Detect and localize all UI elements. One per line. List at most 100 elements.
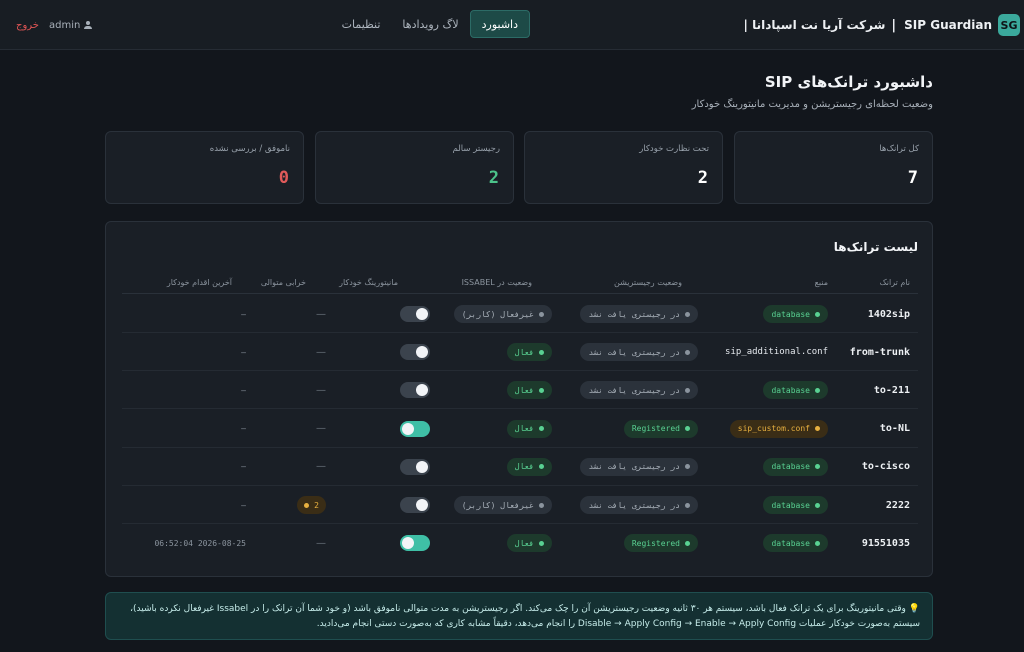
status-dot-icon bbox=[685, 502, 690, 508]
last-action-cell: — bbox=[241, 371, 246, 409]
issabel-status-badge: فعال bbox=[506, 534, 552, 553]
stat-value: 7 bbox=[907, 168, 918, 188]
monitor-toggle[interactable] bbox=[400, 497, 430, 513]
toggle-knob bbox=[416, 384, 428, 397]
stat-value: 0 bbox=[278, 168, 289, 188]
last-action: — bbox=[241, 385, 246, 395]
last-action-cell: — bbox=[241, 333, 246, 371]
status-dot-icon bbox=[815, 311, 820, 317]
status-dot-icon bbox=[539, 540, 544, 546]
failure-count: — bbox=[316, 308, 326, 320]
col-header-name: نام ترانک bbox=[879, 278, 910, 287]
stat-card-failed: ناموفق / بررسی نشده 0 bbox=[105, 131, 304, 204]
toggle-knob bbox=[402, 422, 414, 435]
col-header-monitor: مانیتورینگ خودکار bbox=[339, 278, 398, 287]
info-note: 💡 وقتی مانیتورینگ برای یک ترانک فعال باش… bbox=[105, 592, 933, 640]
issabel-status-badge: فعال bbox=[506, 419, 552, 438]
monitor-toggle[interactable] bbox=[400, 458, 430, 475]
col-header-registration: وضعیت رجیستریشن bbox=[614, 278, 682, 287]
registration-cell: در رجیستری یافت نشد bbox=[580, 486, 698, 524]
status-dot-icon bbox=[685, 540, 690, 546]
brand: SG SIP Guardian | شرکت آریا نت اسپادانا … bbox=[738, 0, 1024, 50]
monitor-toggle[interactable] bbox=[400, 344, 430, 361]
table-header: نام ترانک منبع وضعیت رجیستریشن وضعیت در … bbox=[122, 274, 918, 294]
col-header-last-action: آخرین اقدام خودکار bbox=[166, 278, 232, 287]
last-action-cell: — bbox=[241, 295, 246, 333]
failure-count-badge: 2 bbox=[297, 496, 326, 514]
toggle-knob bbox=[402, 537, 414, 550]
status-dot-icon bbox=[685, 464, 690, 470]
monitor-toggle[interactable] bbox=[400, 382, 430, 399]
failure-count: — bbox=[316, 423, 326, 435]
registration-badge: در رجیستری یافت نشد bbox=[580, 457, 698, 476]
registration-cell: در رجیستری یافت نشد bbox=[580, 371, 698, 409]
company-name: شرکت آریا نت اسپادانا | bbox=[743, 18, 886, 32]
monitor-cell bbox=[400, 333, 430, 371]
issabel-status-badge: غیرفعال (کاربر) bbox=[453, 496, 552, 514]
trunk-name: from-trunk bbox=[849, 346, 910, 358]
issabel-status-badge: غیرفعال (کاربر) bbox=[453, 305, 552, 323]
table-row: 2222 database در رجیستری یافت نشد غیرفعال (… bbox=[122, 486, 918, 524]
status-dot-icon bbox=[539, 387, 544, 393]
stat-label: ناموفق / بررسی نشده bbox=[209, 144, 290, 154]
nav-event-log[interactable]: لاگ رویدادها bbox=[391, 10, 469, 38]
col-header-failures: خرابی متوالی bbox=[260, 278, 306, 287]
toggle-knob bbox=[416, 308, 428, 320]
monitor-cell bbox=[400, 486, 430, 524]
status-dot-icon bbox=[815, 540, 820, 546]
registration-cell: در رجیستری یافت نشد bbox=[580, 295, 698, 333]
monitor-cell bbox=[400, 371, 430, 409]
toggle-knob bbox=[416, 346, 428, 359]
monitor-cell bbox=[400, 524, 430, 562]
table-row: 1402sip database در رجیستری یافت نشد غیرفعا… bbox=[122, 295, 918, 333]
failure-count: — bbox=[316, 537, 326, 549]
stat-label: کل ترانک‌ها bbox=[879, 144, 919, 154]
failures-cell: — bbox=[316, 410, 326, 448]
page-title: داشبورد ترانک‌های SIP bbox=[764, 73, 933, 91]
stat-card-total: کل ترانک‌ها 7 bbox=[734, 131, 933, 204]
user-info: admin bbox=[49, 20, 93, 31]
registration-badge: در رجیستری یافت نشد bbox=[580, 381, 698, 400]
failures-cell: — bbox=[316, 333, 326, 371]
status-dot-icon bbox=[685, 387, 690, 393]
nav-settings[interactable]: تنظیمات bbox=[331, 10, 392, 38]
last-action: 2026-08-25 06:52:04 bbox=[154, 538, 246, 548]
failures-cell: 2 bbox=[297, 486, 326, 524]
brand-separator: | bbox=[891, 17, 897, 33]
status-dot-icon bbox=[815, 502, 820, 508]
source-badge: sip_custom.conf bbox=[729, 419, 828, 438]
monitor-toggle[interactable] bbox=[400, 420, 430, 437]
status-dot-icon bbox=[539, 349, 544, 355]
col-header-issabel: وضعیت در ISSABEL bbox=[461, 278, 532, 287]
last-action: — bbox=[241, 309, 246, 319]
status-dot-icon bbox=[539, 464, 544, 470]
col-header-source: منبع bbox=[814, 278, 828, 287]
issabel-cell: فعال bbox=[506, 448, 552, 486]
failures-cell: — bbox=[316, 295, 326, 333]
status-dot-icon bbox=[539, 311, 544, 317]
stat-value: 2 bbox=[488, 168, 499, 188]
main-nav: داشبورد لاگ رویدادها تنظیمات bbox=[331, 10, 530, 38]
toggle-knob bbox=[416, 499, 428, 511]
nav-dashboard[interactable]: داشبورد bbox=[469, 10, 530, 38]
monitor-toggle[interactable] bbox=[400, 535, 430, 552]
source-cell: database bbox=[763, 295, 828, 333]
stat-card-monitored: تحت نظارت خودکار 2 bbox=[524, 131, 723, 204]
monitor-cell bbox=[400, 448, 430, 486]
logout-link[interactable]: خروج bbox=[16, 20, 39, 31]
failures-cell: — bbox=[316, 448, 326, 486]
lightbulb-icon: 💡 bbox=[908, 604, 920, 614]
issabel-status-badge: فعال bbox=[506, 457, 552, 476]
monitor-cell bbox=[400, 410, 430, 448]
registration-badge: Registered bbox=[623, 534, 698, 553]
user-icon bbox=[84, 21, 93, 29]
table-row: to-cisco database در رجیستری یافت نشد فعال —… bbox=[122, 448, 918, 486]
failure-count: — bbox=[316, 461, 326, 473]
page-subtitle: وضعیت لحظه‌ای رجیستریشن و مدیریت مانیتور… bbox=[691, 99, 933, 110]
trunk-name: to-211 bbox=[873, 384, 910, 396]
monitor-toggle[interactable] bbox=[400, 306, 430, 322]
status-dot-icon bbox=[815, 426, 820, 432]
table-row: to-NL sip_custom.conf Registered فعال — — bbox=[122, 410, 918, 448]
trunk-name: 1402sip bbox=[867, 308, 910, 320]
last-action: — bbox=[241, 347, 246, 357]
